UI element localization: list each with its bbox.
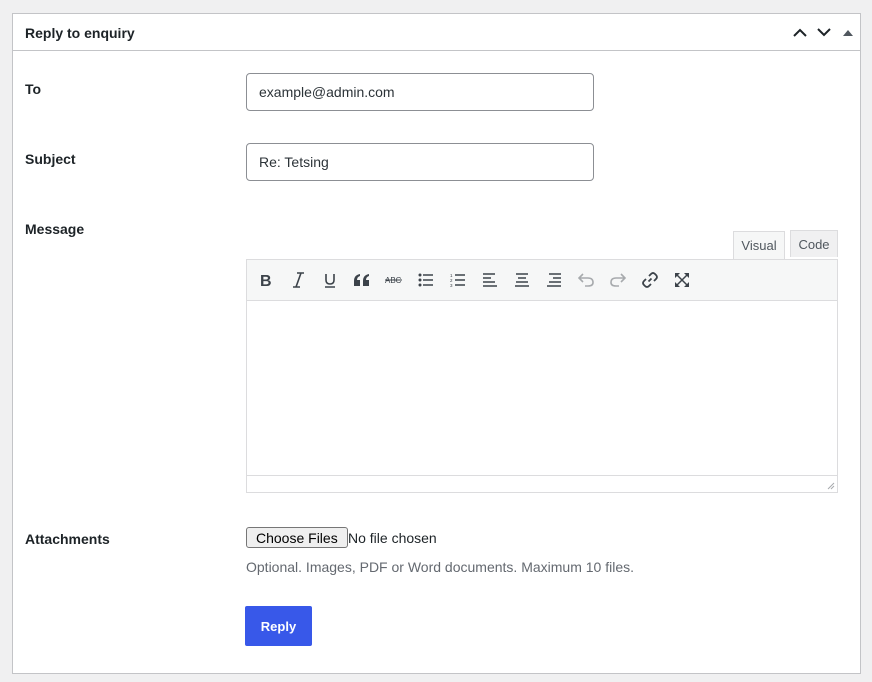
- align-right-button[interactable]: [541, 267, 567, 293]
- italic-button[interactable]: [285, 267, 311, 293]
- link-button[interactable]: [637, 267, 663, 293]
- bold-button[interactable]: B: [253, 267, 279, 293]
- toggle-panel-button[interactable]: [838, 22, 858, 42]
- redo-icon: [610, 273, 626, 287]
- reply-button[interactable]: Reply: [245, 606, 312, 646]
- chevron-up-icon: [793, 28, 807, 37]
- panel-title: Reply to enquiry: [25, 25, 135, 41]
- panel-header: Reply to enquiry: [13, 14, 860, 51]
- align-left-button[interactable]: [477, 267, 503, 293]
- attachments-help: Optional. Images, PDF or Word documents.…: [246, 559, 634, 575]
- strikethrough-button[interactable]: ABC: [381, 267, 407, 293]
- redo-button[interactable]: [605, 267, 631, 293]
- bullet-list-button[interactable]: [413, 267, 439, 293]
- align-center-icon: [514, 273, 530, 287]
- numbered-list-button[interactable]: 123: [445, 267, 471, 293]
- bullet-list-icon: [418, 273, 434, 287]
- editor-toolbar: B ABC 1 2 3: [247, 260, 837, 301]
- chevron-down-icon: [817, 27, 831, 37]
- tab-code[interactable]: Code: [790, 230, 838, 257]
- tab-visual[interactable]: Visual: [733, 231, 785, 259]
- align-center-button[interactable]: [509, 267, 535, 293]
- svg-text:3: 3: [450, 283, 453, 287]
- file-status: No file chosen: [348, 530, 437, 546]
- bold-icon: B: [259, 272, 273, 288]
- align-left-icon: [482, 273, 498, 287]
- link-icon: [641, 271, 659, 289]
- align-right-icon: [546, 273, 562, 287]
- message-editor: B ABC 1 2 3: [246, 259, 838, 493]
- move-down-button[interactable]: [814, 22, 834, 42]
- underline-icon: [323, 272, 337, 288]
- undo-icon: [578, 273, 594, 287]
- attachments-label: Attachments: [25, 531, 110, 547]
- italic-icon: [291, 272, 305, 288]
- blockquote-icon: [353, 273, 371, 287]
- triangle-up-icon: [843, 29, 853, 36]
- strikethrough-icon: ABC: [385, 274, 403, 286]
- message-editor-body[interactable]: [247, 301, 837, 476]
- editor-statusbar: [247, 475, 837, 492]
- fullscreen-icon: [674, 272, 690, 288]
- blockquote-button[interactable]: [349, 267, 375, 293]
- subject-label: Subject: [25, 151, 76, 167]
- to-label: To: [25, 81, 42, 97]
- choose-files-button[interactable]: Choose Files: [246, 527, 348, 548]
- to-field[interactable]: [246, 73, 594, 111]
- numbered-list-icon: 123: [450, 273, 466, 287]
- underline-button[interactable]: [317, 267, 343, 293]
- move-up-button[interactable]: [790, 22, 810, 42]
- svg-text:B: B: [260, 273, 272, 288]
- message-label: Message: [25, 221, 85, 237]
- subject-field[interactable]: [246, 143, 594, 181]
- undo-button[interactable]: [573, 267, 599, 293]
- resize-handle-icon[interactable]: [825, 480, 835, 490]
- reply-panel: Reply to enquiry To Subject Message Visu…: [12, 13, 861, 674]
- fullscreen-button[interactable]: [669, 267, 695, 293]
